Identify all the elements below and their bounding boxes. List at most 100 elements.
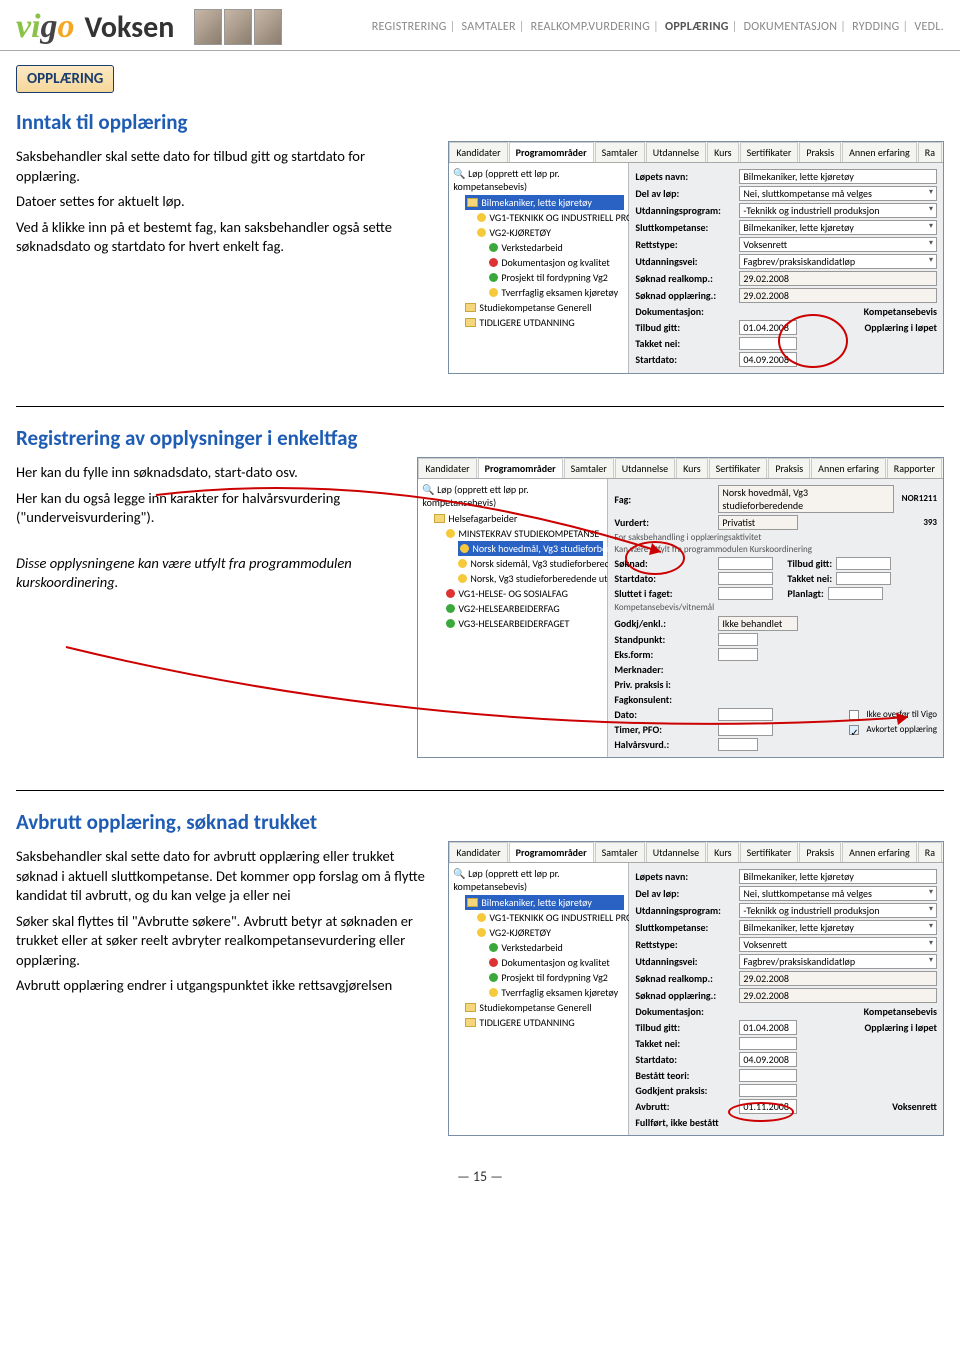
field-godkj[interactable]: Ikke behandlet <box>718 616 798 631</box>
field-dokumentasjon-value: Kompetansebevis <box>864 1005 937 1018</box>
checkbox-ikke-overfor[interactable] <box>849 710 859 720</box>
tree-item[interactable]: MINSTEKRAV STUDIEKOMPETANSE <box>446 526 603 541</box>
tree-item[interactable]: Prosjekt til fordypning Vg2 <box>489 970 624 985</box>
tab-annen-erfaring[interactable]: Annen erfaring <box>842 142 917 162</box>
logo: vigo Voksen <box>16 8 174 46</box>
field-takket-nei[interactable] <box>739 1037 797 1050</box>
field-sluttkompetanse[interactable]: Bilmekaniker, lette kjøretøy <box>739 920 937 935</box>
tab-kandidater[interactable]: Kandidater <box>418 458 476 478</box>
tab-sertifikater[interactable]: Sertifikater <box>740 142 799 162</box>
tab-kurs[interactable]: Kurs <box>676 458 708 478</box>
field-label: Godkj/enkl.: <box>614 617 714 630</box>
field-utdanningsvei[interactable]: Fagbrev/praksiskandidatløp <box>739 254 937 269</box>
tree-item[interactable]: TIDLIGERE UTDANNING <box>465 315 624 330</box>
field-dato[interactable] <box>718 708 773 721</box>
tab-utdannelse[interactable]: Utdannelse <box>646 142 706 162</box>
field-utdanningsprogram[interactable]: -Teknikk og industriell produksjon <box>739 203 937 218</box>
field-soknad-opplaering[interactable]: 29.02.2008 <box>739 988 937 1003</box>
field-planlagt[interactable] <box>828 587 883 600</box>
tree-item[interactable]: Tverrfaglig eksamen kjøretøy <box>489 285 624 300</box>
field-label: Fag: <box>614 493 714 506</box>
tab-kurs[interactable]: Kurs <box>707 142 739 162</box>
tab-programomrader[interactable]: Programområder <box>509 842 594 862</box>
field-standpunkt[interactable] <box>718 633 758 646</box>
tree-item[interactable]: Verkstedarbeid <box>489 240 624 255</box>
field-label: Tilbud gitt: <box>635 321 735 334</box>
field-godkjent-praksis[interactable] <box>739 1084 797 1097</box>
field-soknad-realkomp[interactable]: 29.02.2008 <box>739 971 937 986</box>
field-bestatt-teori[interactable] <box>739 1069 797 1082</box>
tab-utdannelse[interactable]: Utdannelse <box>615 458 675 478</box>
field-timer-pfo[interactable] <box>718 723 773 736</box>
field-soknad[interactable] <box>718 557 773 570</box>
tree-item[interactable]: Dokumentasjon og kvalitet <box>489 955 624 970</box>
tab-samtaler[interactable]: Samtaler <box>564 458 614 478</box>
tree-item[interactable]: VG1-HELSE- OG SOSIALFAG <box>446 586 603 601</box>
tab-samtaler[interactable]: Samtaler <box>595 842 645 862</box>
tree-item[interactable]: VG2-KJØRETØY <box>477 925 624 940</box>
tab-programomrader[interactable]: Programområder <box>509 142 594 162</box>
field-takket-nei[interactable] <box>836 572 891 585</box>
tree-item-selected[interactable]: Bilmekaniker, lette kjøretøy <box>465 895 624 910</box>
tree-item-selected[interactable]: Bilmekaniker, lette kjøretøy <box>465 195 624 210</box>
tree-item[interactable]: VG2-HELSEARBEIDERFAG <box>446 601 603 616</box>
tab-annen-erfaring[interactable]: Annen erfaring <box>811 458 886 478</box>
field-rettstype[interactable]: Voksenrett <box>739 937 937 952</box>
section2-title: Registrering av opplysninger i enkeltfag <box>16 425 944 451</box>
field-sluttet[interactable] <box>718 587 773 600</box>
tree-item[interactable]: TIDLIGERE UTDANNING <box>465 1015 624 1030</box>
field-sluttkompetanse[interactable]: Bilmekaniker, lette kjøretøy <box>739 220 937 235</box>
tab-utdannelse[interactable]: Utdannelse <box>646 842 706 862</box>
tree-item[interactable]: VG1-TEKNIKK OG INDUSTRIELL PRODUKSJ <box>477 910 624 925</box>
field-del-av-lop[interactable]: Nei, sluttkompetanse må velges <box>739 886 937 901</box>
tab-kandidater[interactable]: Kandidater <box>449 142 507 162</box>
tree-item[interactable]: Studiekompetanse Generell <box>465 300 624 315</box>
tab-kurs[interactable]: Kurs <box>707 842 739 862</box>
tree-item[interactable]: Studiekompetanse Generell <box>465 1000 624 1015</box>
tab-sertifikater[interactable]: Sertifikater <box>740 842 799 862</box>
tab-rapporter-cut[interactable]: Ra <box>918 142 942 162</box>
annotation-circle <box>625 541 685 575</box>
field-lopets-navn[interactable]: Bilmekaniker, lette kjøretøy <box>739 169 937 184</box>
field-utdanningsvei[interactable]: Fagbrev/praksiskandidatløp <box>739 954 937 969</box>
tree-item[interactable]: Dokumentasjon og kvalitet <box>489 255 624 270</box>
tab-sertifikater[interactable]: Sertifikater <box>709 458 768 478</box>
field-rettstype[interactable]: Voksenrett <box>739 237 937 252</box>
tree-item[interactable]: VG3-HELSEARBEIDERFAGET <box>446 616 603 631</box>
tree-item[interactable]: Norsk, Vg3 studieforberedende utdannin <box>458 571 603 586</box>
tab-samtaler[interactable]: Samtaler <box>595 142 645 162</box>
tab-kandidater[interactable]: Kandidater <box>449 842 507 862</box>
field-soknad-opplaering[interactable]: 29.02.2008 <box>739 288 937 303</box>
tree-item[interactable]: Verkstedarbeid <box>489 940 624 955</box>
field-eksform[interactable] <box>718 648 758 661</box>
field-startdato[interactable] <box>718 572 773 585</box>
field-del-av-lop[interactable]: Nei, sluttkompetanse må velges <box>739 186 937 201</box>
tree-item[interactable]: Helsefagarbeider <box>434 511 603 526</box>
tab-praksis[interactable]: Praksis <box>799 142 841 162</box>
section3-p3: Avbrutt opplæring endrer i utgangspunkte… <box>16 976 430 996</box>
field-tilbud-gitt[interactable]: 01.04.2008 <box>739 1020 797 1035</box>
tree-item[interactable]: VG2-KJØRETØY <box>477 225 624 240</box>
tab-praksis[interactable]: Praksis <box>768 458 810 478</box>
tree-item[interactable]: Norsk sidemål, Vg3 studieforberedende u <box>458 556 603 571</box>
tab-programomrader[interactable]: Programområder <box>478 458 563 478</box>
field-halvarsvurd[interactable] <box>718 738 758 751</box>
tree-item[interactable]: VG1-TEKNIKK OG INDUSTRIELL PRODUKSJ <box>477 210 624 225</box>
field-soknad-realkomp[interactable]: 29.02.2008 <box>739 271 937 286</box>
checkbox-avkortet[interactable]: ✓ <box>849 725 859 735</box>
tab-annen-erfaring[interactable]: Annen erfaring <box>842 842 917 862</box>
field-startdato[interactable]: 04.09.2008 <box>739 1052 797 1067</box>
breadcrumb-nav: REGISTRERING| SAMTALER| REALKOMP.VURDERI… <box>372 20 944 34</box>
tree-item[interactable]: Tverrfaglig eksamen kjøretøy <box>489 985 624 1000</box>
field-utdanningsprogram[interactable]: -Teknikk og industriell produksjon <box>739 903 937 918</box>
field-label: Dokumentasjon: <box>635 1005 735 1018</box>
tree-item[interactable]: Prosjekt til fordypning Vg2 <box>489 270 624 285</box>
field-lopets-navn[interactable]: Bilmekaniker, lette kjøretøy <box>739 869 937 884</box>
field-tilbud-gitt[interactable] <box>836 557 891 570</box>
section2-p2: Her kan du også legge inn karakter for h… <box>16 489 399 528</box>
tab-rapporter[interactable]: Rapporter <box>887 458 942 478</box>
app-tabs: Kandidater Programområder Samtaler Utdan… <box>449 142 943 163</box>
tree-item-selected[interactable]: Norsk hovedmål, Vg3 studieforbereden <box>458 541 603 556</box>
tab-praksis[interactable]: Praksis <box>799 842 841 862</box>
tab-rapporter-cut[interactable]: Ra <box>918 842 942 862</box>
